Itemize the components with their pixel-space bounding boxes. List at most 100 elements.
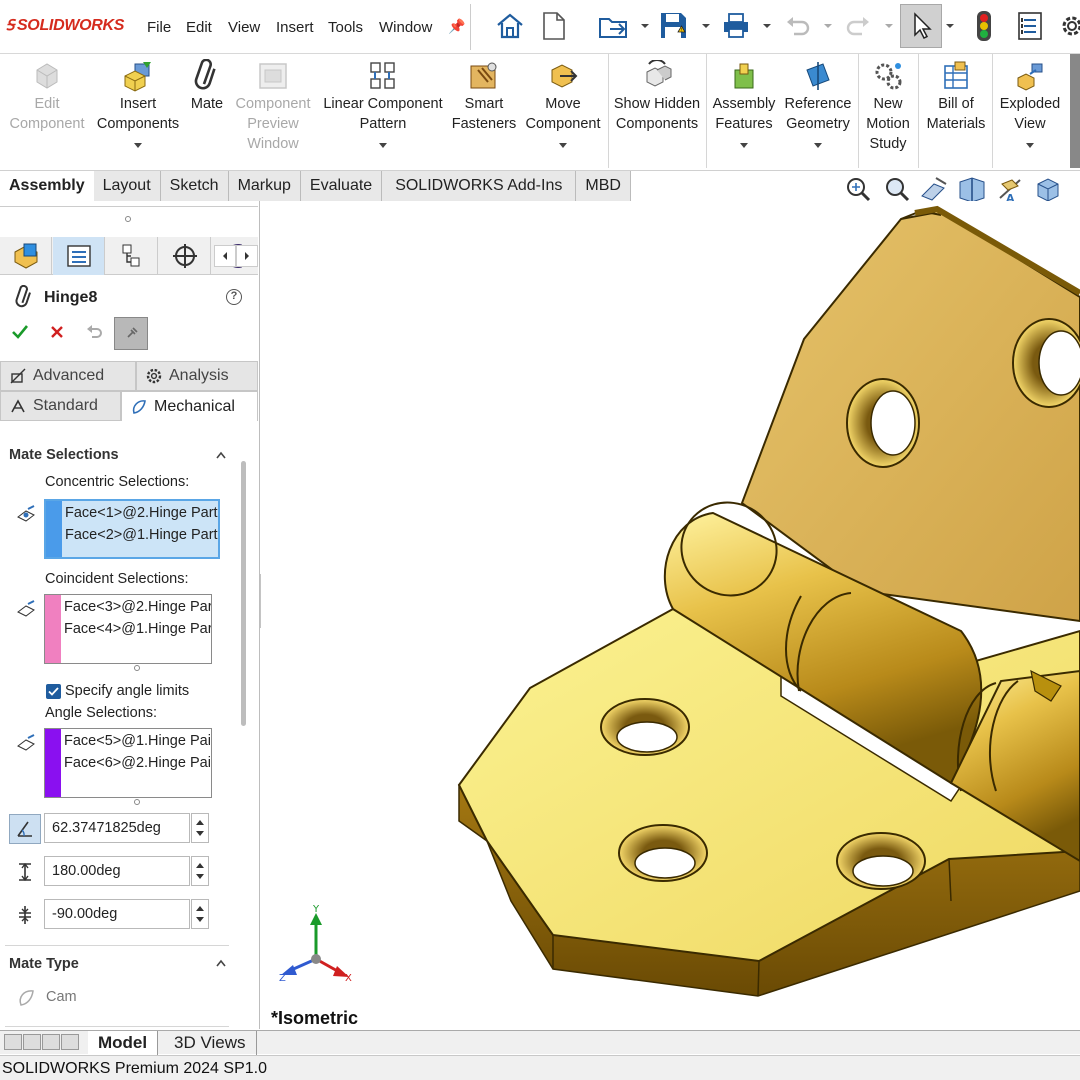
tab-dimxpert-manager[interactable] bbox=[159, 237, 211, 275]
save-icon[interactable]: ! bbox=[658, 9, 690, 43]
assembly-features-button[interactable]: Assembly Features bbox=[708, 58, 780, 148]
tab-assembly[interactable]: Assembly bbox=[0, 171, 94, 201]
tab-markup[interactable]: Markup bbox=[228, 171, 301, 201]
specify-angle-limits-checkbox[interactable] bbox=[46, 684, 61, 699]
tab-solidworks-add-ins[interactable]: SOLIDWORKS Add-Ins bbox=[382, 171, 577, 201]
help-icon[interactable]: ? bbox=[226, 289, 242, 305]
undo-dropdown-icon[interactable] bbox=[823, 22, 833, 30]
max-angle-field[interactable]: 180.00deg bbox=[44, 856, 190, 886]
show-hidden-components-button[interactable]: Show Hidden Components bbox=[610, 58, 704, 134]
new-document-icon[interactable] bbox=[538, 9, 570, 43]
hinge-assembly-model[interactable] bbox=[261, 201, 1080, 1029]
print-icon[interactable] bbox=[720, 9, 752, 43]
coincident-box-resize-handle[interactable] bbox=[134, 665, 140, 671]
redo-dropdown-icon[interactable] bbox=[884, 22, 894, 30]
concentric-item-2[interactable]: Face<2>@1.Hinge Part bbox=[65, 524, 218, 546]
component-preview-window-button[interactable]: Component Preview Window bbox=[230, 58, 316, 154]
smart-fasteners-button[interactable]: Smart Fasteners bbox=[450, 58, 518, 134]
display-style-icon[interactable] bbox=[1032, 174, 1064, 204]
home-icon[interactable] bbox=[494, 9, 526, 43]
specify-angle-limits-label[interactable]: Specify angle limits bbox=[65, 683, 189, 699]
undo-mate-icon[interactable] bbox=[84, 323, 104, 341]
angle-item-2[interactable]: Face<6>@2.Hinge Pai bbox=[64, 752, 211, 774]
coincident-item-1[interactable]: Face<3>@2.Hinge Par bbox=[64, 596, 211, 618]
angle-value-spinner[interactable] bbox=[191, 813, 209, 843]
options-gear-icon[interactable] bbox=[1056, 9, 1080, 43]
menu-tools[interactable]: Tools bbox=[328, 19, 363, 36]
move-component-dropdown-icon[interactable] bbox=[559, 143, 567, 148]
next-tab-button[interactable] bbox=[42, 1034, 60, 1050]
angle-selections-box[interactable]: Face<5>@1.Hinge Pai Face<6>@2.Hinge Pai bbox=[44, 728, 212, 798]
redo-icon[interactable] bbox=[842, 9, 874, 43]
mate-button[interactable]: Mate bbox=[186, 58, 228, 114]
angle-item-1[interactable]: Face<5>@1.Hinge Pai bbox=[64, 730, 211, 752]
insert-components-button[interactable]: Insert Components bbox=[92, 58, 184, 148]
open-dropdown-icon[interactable] bbox=[640, 22, 650, 30]
zoom-to-fit-icon[interactable] bbox=[842, 174, 874, 204]
ok-checkmark-icon[interactable] bbox=[10, 323, 30, 341]
select-pointer-icon[interactable] bbox=[900, 4, 942, 48]
rebuild-traffic-light-icon[interactable] bbox=[968, 9, 1000, 43]
tab-3d-views[interactable]: 3D Views bbox=[164, 1031, 257, 1055]
max-angle-spinner[interactable] bbox=[191, 856, 209, 886]
tabs-scroll-right-icon[interactable] bbox=[236, 245, 258, 267]
tabs-scroll-left-icon[interactable] bbox=[214, 245, 236, 267]
tab-mechanical[interactable]: Mechanical bbox=[121, 391, 258, 421]
linear-component-pattern-button[interactable]: Linear Component Pattern bbox=[318, 58, 448, 148]
reference-geometry-dropdown-icon[interactable] bbox=[814, 143, 822, 148]
previous-view-icon[interactable] bbox=[918, 174, 950, 204]
menu-view[interactable]: View bbox=[228, 19, 260, 36]
new-motion-study-button[interactable]: New Motion Study bbox=[860, 58, 916, 154]
collapse-mate-type-icon[interactable] bbox=[216, 959, 226, 967]
tab-property-manager[interactable] bbox=[53, 237, 105, 275]
pin-icon[interactable]: 📌 bbox=[448, 18, 465, 35]
tab-advanced[interactable]: Advanced bbox=[0, 361, 136, 391]
zoom-to-area-icon[interactable] bbox=[880, 174, 912, 204]
view-orientation-icon[interactable]: A bbox=[994, 174, 1026, 204]
assembly-features-dropdown-icon[interactable] bbox=[740, 143, 748, 148]
first-tab-button[interactable] bbox=[4, 1034, 22, 1050]
solidworks-logo[interactable]: Ꟊ SOLIDWORKS bbox=[6, 15, 124, 35]
print-dropdown-icon[interactable] bbox=[762, 22, 772, 30]
tab-mbd[interactable]: MBD bbox=[576, 171, 631, 201]
tab-analysis[interactable]: Analysis bbox=[136, 361, 258, 391]
tab-evaluate[interactable]: Evaluate bbox=[300, 171, 383, 201]
tab-sketch[interactable]: Sketch bbox=[160, 171, 229, 201]
menu-file[interactable]: File bbox=[147, 19, 171, 36]
cancel-x-icon[interactable] bbox=[49, 324, 65, 340]
panel-vertical-scrollbar[interactable] bbox=[241, 461, 246, 726]
concentric-selections-box[interactable]: Face<1>@2.Hinge Part Face<2>@1.Hinge Par… bbox=[44, 499, 220, 559]
min-angle-spinner[interactable] bbox=[191, 899, 209, 929]
select-dropdown-icon[interactable] bbox=[945, 22, 955, 30]
collapse-mate-selections-icon[interactable] bbox=[216, 451, 226, 459]
file-properties-icon[interactable] bbox=[1014, 9, 1046, 43]
exploded-view-button[interactable]: Exploded View bbox=[994, 58, 1066, 148]
graphics-area[interactable]: Y X Z *Isometric bbox=[261, 201, 1080, 1029]
angle-value-field[interactable]: 62.37471825deg bbox=[44, 813, 190, 843]
coincident-selections-box[interactable]: Face<3>@2.Hinge Par Face<4>@1.Hinge Par bbox=[44, 594, 212, 664]
insert-components-dropdown-icon[interactable] bbox=[134, 143, 142, 148]
coincident-item-2[interactable]: Face<4>@1.Hinge Par bbox=[64, 618, 211, 640]
previous-tab-button[interactable] bbox=[23, 1034, 41, 1050]
reference-geometry-button[interactable]: Reference Geometry bbox=[780, 58, 856, 148]
menu-window[interactable]: Window bbox=[379, 19, 432, 36]
mate-type-cam[interactable]: Cam bbox=[46, 989, 77, 1005]
edit-component-button[interactable]: Edit Component bbox=[4, 58, 90, 134]
panel-splitter-handle[interactable] bbox=[125, 216, 131, 222]
angle-value-icon[interactable] bbox=[9, 814, 41, 844]
min-angle-field[interactable]: -90.00deg bbox=[44, 899, 190, 929]
save-dropdown-icon[interactable] bbox=[701, 22, 711, 30]
keep-visible-pin-icon[interactable] bbox=[114, 317, 148, 350]
menu-edit[interactable]: Edit bbox=[186, 19, 212, 36]
tab-layout[interactable]: Layout bbox=[93, 171, 161, 201]
linear-pattern-dropdown-icon[interactable] bbox=[379, 143, 387, 148]
menu-insert[interactable]: Insert bbox=[276, 19, 314, 36]
concentric-item-1[interactable]: Face<1>@2.Hinge Part bbox=[65, 502, 218, 524]
section-view-icon[interactable] bbox=[956, 174, 988, 204]
angle-box-resize-handle[interactable] bbox=[134, 799, 140, 805]
tab-model[interactable]: Model bbox=[88, 1031, 159, 1055]
tab-feature-tree[interactable] bbox=[0, 237, 52, 275]
open-folder-icon[interactable] bbox=[598, 9, 630, 43]
ribbon-overflow-handle[interactable] bbox=[1070, 54, 1080, 168]
undo-icon[interactable] bbox=[782, 9, 814, 43]
